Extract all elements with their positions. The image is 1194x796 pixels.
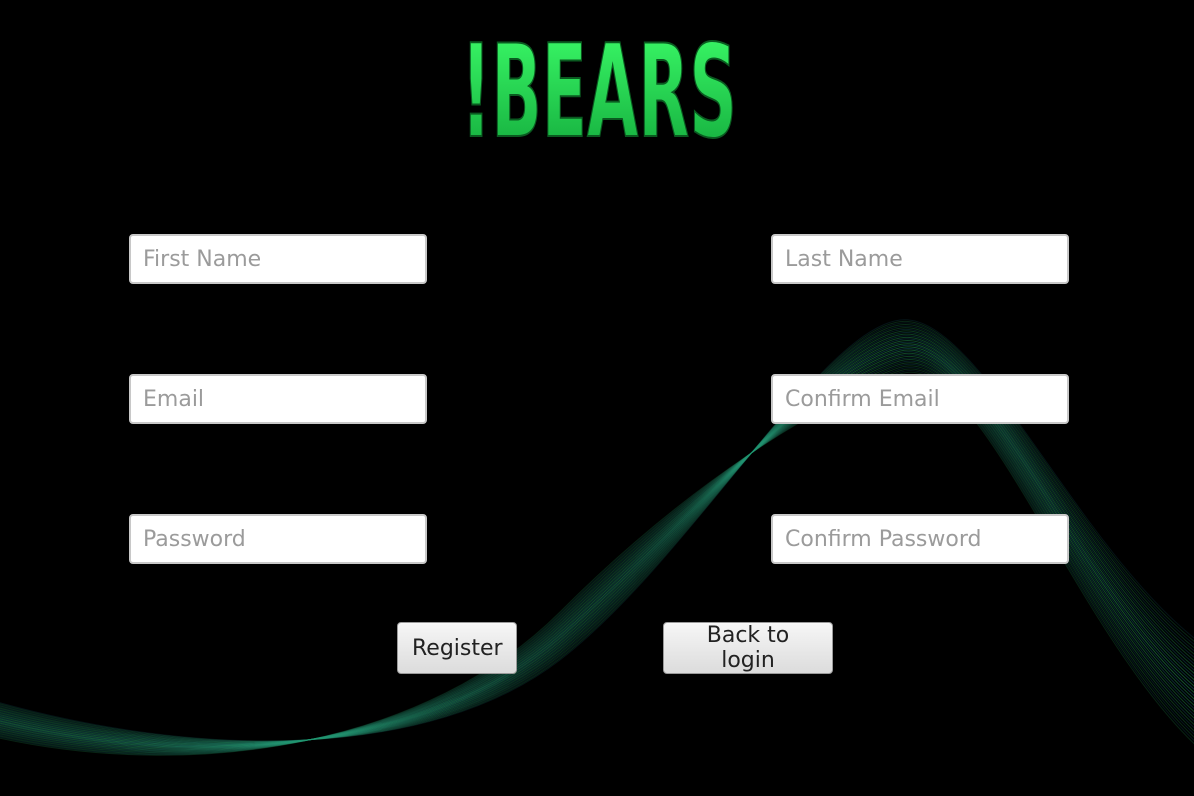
confirm-email-input[interactable] xyxy=(771,374,1069,424)
logo-text: !BEARS xyxy=(461,28,737,144)
confirm-password-input[interactable] xyxy=(771,514,1069,564)
first-name-input[interactable] xyxy=(129,234,427,284)
last-name-input[interactable] xyxy=(771,234,1069,284)
back-to-login-button[interactable]: Back to login xyxy=(663,622,833,674)
password-input[interactable] xyxy=(129,514,427,564)
registration-screen: !BEARS Register Back to login xyxy=(0,0,1194,796)
register-button[interactable]: Register xyxy=(397,622,517,674)
email-input[interactable] xyxy=(129,374,427,424)
bears-logo: !BEARS xyxy=(460,28,738,144)
